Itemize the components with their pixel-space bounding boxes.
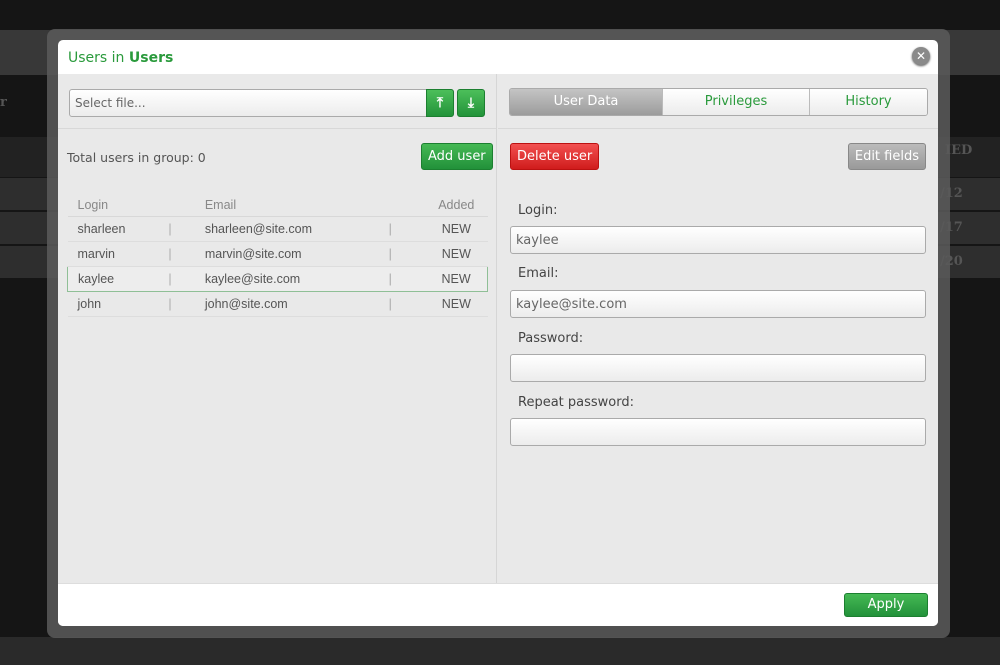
user-detail-panel: User Data Privileges History Delete user… <box>498 74 938 583</box>
tab-privileges[interactable]: Privileges <box>662 89 809 115</box>
row-separator: | <box>158 216 195 242</box>
row-separator: | <box>378 241 416 267</box>
tab-history[interactable]: History <box>809 89 927 115</box>
total-users: Total users in group: 0 <box>67 150 206 165</box>
row-added: NEW <box>415 241 488 267</box>
email-input[interactable]: kaylee@site.com <box>510 290 926 318</box>
users-modal: Users in Users ✕ Select file... ⤒ ⤓ Tota… <box>58 40 938 626</box>
repeat-password-label: Repeat password: <box>518 395 634 410</box>
table-row[interactable]: kaylee | kaylee@site.com | NEW <box>67 265 489 292</box>
row-separator: | <box>158 265 195 292</box>
modal-title: Users in Users <box>58 40 938 74</box>
row-login: sharleen <box>67 216 159 242</box>
row-separator: | <box>378 291 416 317</box>
total-value: 0 <box>197 150 206 165</box>
column-email[interactable]: Email <box>194 194 379 217</box>
title-group: Users <box>128 50 174 66</box>
row-separator: | <box>378 216 416 242</box>
login-input[interactable]: kaylee <box>510 226 926 254</box>
row-login: kaylee <box>67 265 159 292</box>
table-row[interactable]: marvin | marvin@site.com | NEW <box>67 241 488 267</box>
row-separator: | <box>158 241 195 267</box>
email-label: Email: <box>518 266 559 281</box>
column-added[interactable]: Added <box>415 194 488 217</box>
row-added: NEW <box>415 265 489 292</box>
tabs: User Data Privileges History <box>509 88 928 116</box>
repeat-password-input[interactable] <box>510 418 926 446</box>
column-login[interactable]: Login <box>67 194 159 217</box>
row-email: sharleen@site.com <box>194 216 379 242</box>
row-email: marvin@site.com <box>194 241 379 267</box>
row-separator: | <box>378 265 416 292</box>
delete-user-button[interactable]: Delete user <box>510 143 600 170</box>
password-input[interactable] <box>510 354 926 382</box>
total-label: Total users in group: <box>67 150 194 165</box>
users-panel: Select file... ⤒ ⤓ Total users in group:… <box>58 74 497 583</box>
table-row[interactable]: sharleen | sharleen@site.com | NEW <box>67 216 488 242</box>
title-prefix: Users in <box>68 50 125 66</box>
row-email: kaylee@site.com <box>194 265 379 292</box>
add-user-button[interactable]: Add user <box>421 143 493 170</box>
close-icon[interactable]: ✕ <box>912 47 930 65</box>
background-text: r <box>0 95 7 110</box>
upload-icon[interactable]: ⤒ <box>426 89 454 117</box>
select-file-input[interactable]: Select file... <box>69 89 454 117</box>
users-table: Login Email Added sharleen | sharleen@si… <box>67 194 489 317</box>
password-label: Password: <box>518 331 584 346</box>
row-added: NEW <box>415 216 488 242</box>
background-footer <box>0 637 1000 665</box>
tab-user-data[interactable]: User Data <box>510 89 662 115</box>
column-sep <box>158 194 195 217</box>
row-email: john@site.com <box>194 291 379 317</box>
apply-button[interactable]: Apply <box>844 593 928 617</box>
column-sep <box>378 194 416 217</box>
login-label: Login: <box>518 203 558 218</box>
row-login: john <box>67 291 159 317</box>
row-added: NEW <box>415 291 488 317</box>
modal-footer: Apply <box>58 583 938 626</box>
download-icon[interactable]: ⤓ <box>457 89 485 117</box>
row-separator: | <box>158 291 195 317</box>
edit-fields-button[interactable]: Edit fields <box>847 143 926 170</box>
row-login: marvin <box>67 241 159 267</box>
table-row[interactable]: john | john@site.com | NEW <box>67 291 488 317</box>
